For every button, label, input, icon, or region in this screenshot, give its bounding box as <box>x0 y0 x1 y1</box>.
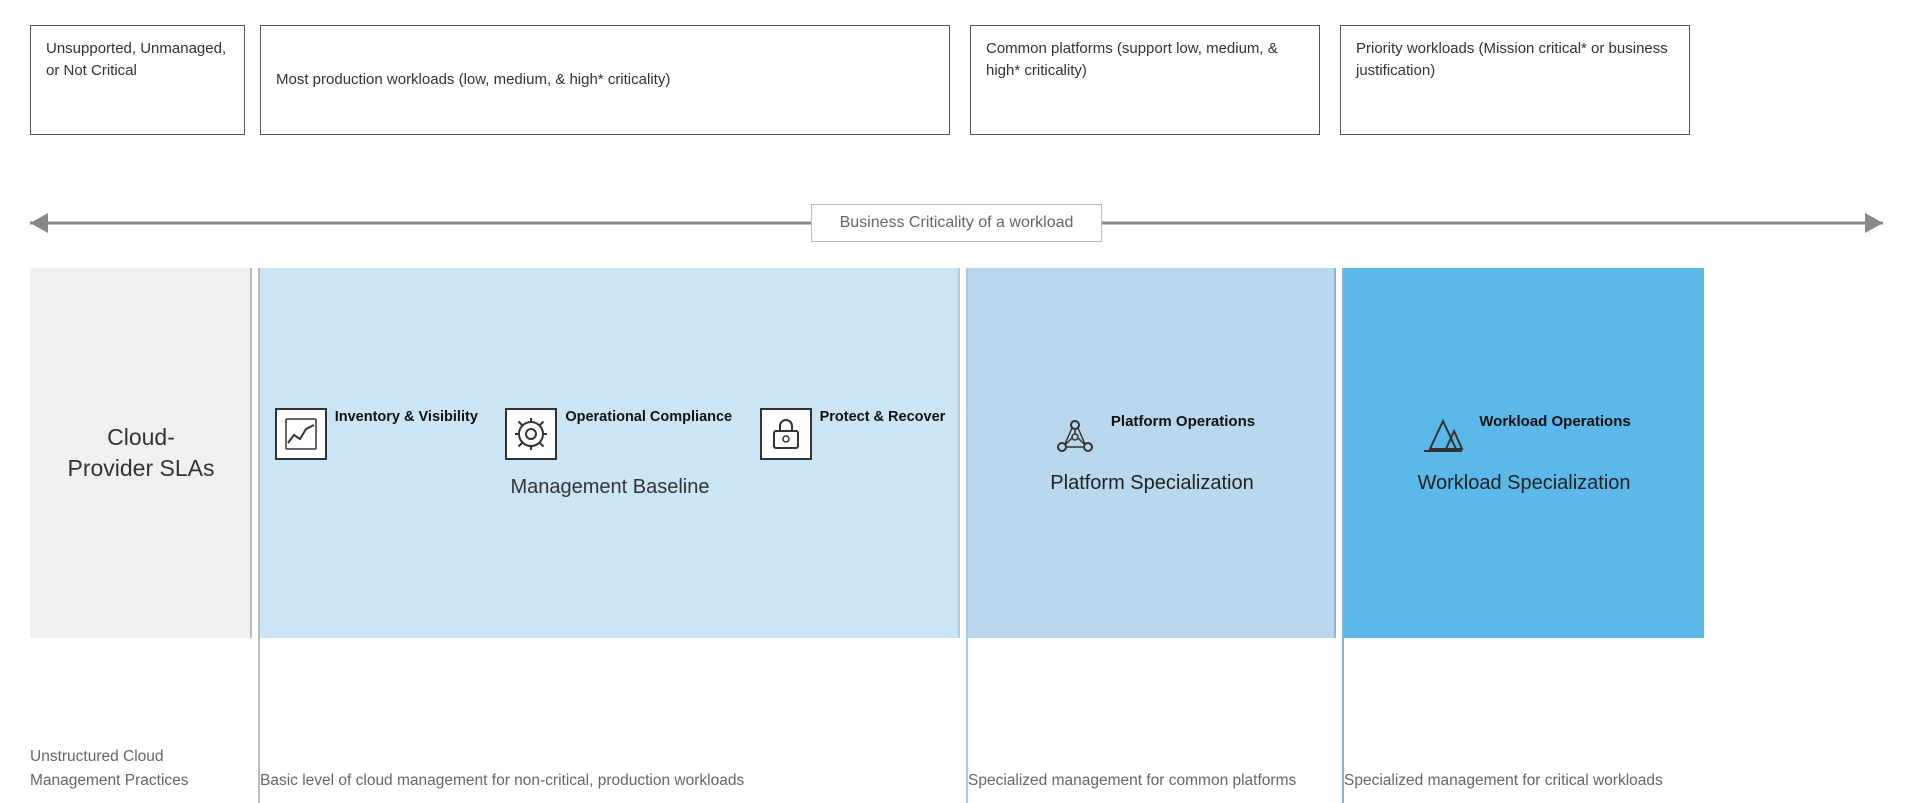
inventory-group: Inventory & Visibility <box>275 408 478 460</box>
protect-label: Protect & Recover <box>820 408 946 428</box>
inventory-icon-box <box>275 408 327 460</box>
inventory-label: Inventory & Visibility <box>335 408 478 428</box>
divider-3 <box>1342 268 1344 803</box>
top-box-4-text: Priority workloads (Mission critical* or… <box>1356 40 1668 79</box>
workload-icon-box <box>1417 412 1469 464</box>
workload-icon <box>1420 415 1466 461</box>
arrow-right-head <box>1865 213 1883 233</box>
col4-content: Workload Operations Workload Specializat… <box>1344 268 1704 638</box>
divider-1 <box>258 268 260 803</box>
col2-content: Inventory & Visibility <box>260 268 960 638</box>
arrow-section: Business Criticality of a workload <box>30 195 1883 250</box>
col3-content: Platform Operations Platform Specializat… <box>968 268 1336 638</box>
workload-ops-group: Workload Operations <box>1417 412 1630 464</box>
top-box-priority-workloads: Priority workloads (Mission critical* or… <box>1340 25 1690 135</box>
workload-ops-label: Workload Operations <box>1479 412 1630 432</box>
operational-icon-box <box>505 408 557 460</box>
footer-col1: Unstructured Cloud Management Practices <box>30 745 252 793</box>
inventory-icon <box>284 417 318 451</box>
operational-group: Operational Compliance <box>505 408 732 460</box>
diagram: Unsupported, Unmanaged, or Not Critical … <box>0 0 1913 803</box>
protect-icon <box>771 417 801 451</box>
divider-2 <box>966 268 968 803</box>
top-box-1-text: Unsupported, Unmanaged, or Not Critical <box>46 40 226 79</box>
col1-content: Cloud-Provider SLAs <box>30 268 252 638</box>
col4-title: Workload Specialization <box>1417 472 1630 495</box>
arrow-label: Business Criticality of a workload <box>811 204 1103 242</box>
top-box-3-text: Common platforms (support low, medium, &… <box>986 40 1278 79</box>
footer-col3: Specialized management for common platfo… <box>968 769 1336 793</box>
top-box-common-platforms: Common platforms (support low, medium, &… <box>970 25 1320 135</box>
operational-label: Operational Compliance <box>565 408 732 428</box>
col2-icons-row: Inventory & Visibility <box>270 408 950 460</box>
arrow-left-head <box>30 213 48 233</box>
platform-ops-group: Platform Operations <box>1049 412 1255 464</box>
top-box-unsupported: Unsupported, Unmanaged, or Not Critical <box>30 25 245 135</box>
protect-group: Protect & Recover <box>760 408 946 460</box>
platform-icon <box>1052 415 1098 461</box>
col2-title: Management Baseline <box>510 476 709 499</box>
top-box-2-text: Most production workloads (low, medium, … <box>276 69 670 91</box>
platform-icon-box <box>1049 412 1101 464</box>
platform-ops-label: Platform Operations <box>1111 412 1255 432</box>
top-box-production: Most production workloads (low, medium, … <box>260 25 950 135</box>
col1-title: Cloud-Provider SLAs <box>67 422 214 484</box>
footer-col4: Specialized management for critical work… <box>1344 769 1704 793</box>
operational-icon <box>513 416 549 452</box>
protect-icon-box <box>760 408 812 460</box>
col3-title: Platform Specialization <box>1050 472 1253 495</box>
footer-col2: Basic level of cloud management for non-… <box>260 769 960 793</box>
